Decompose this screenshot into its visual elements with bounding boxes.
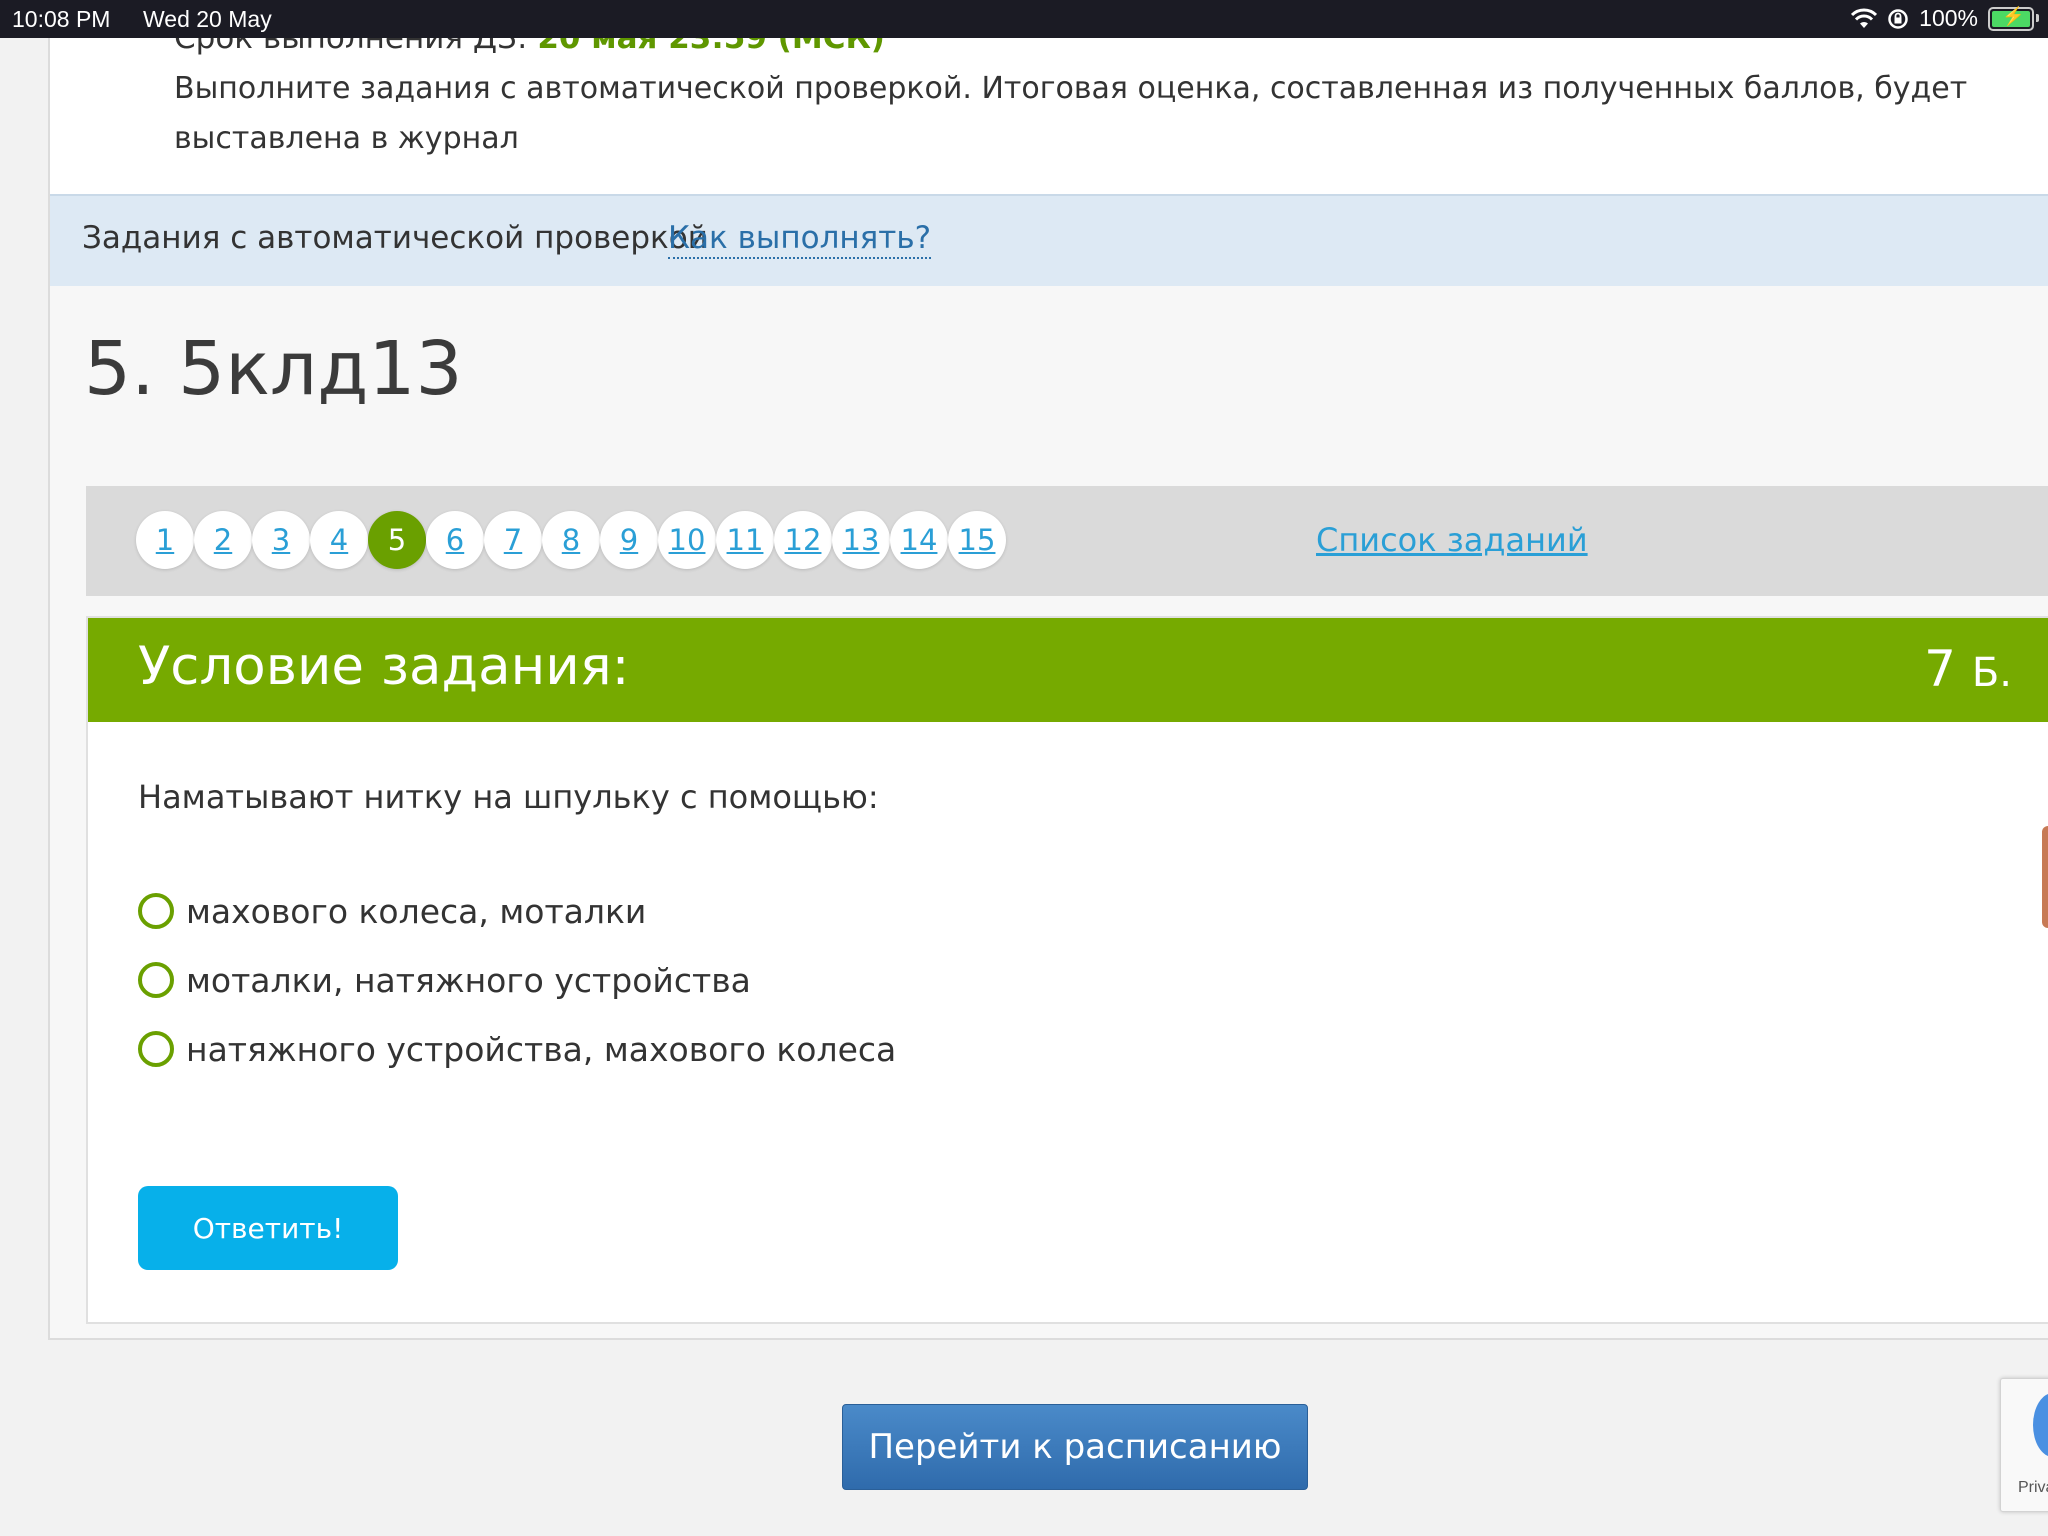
answer-option[interactable]: махового колеса, моталки: [138, 886, 646, 936]
pager-item[interactable]: 10: [658, 511, 716, 569]
pager-item[interactable]: 11: [716, 511, 774, 569]
task-area: 5. 5клд13 1 2 3 4 5 6 7 8 9 10 11 12 13 …: [50, 286, 2048, 1338]
condition-label: Условие задания:: [138, 636, 630, 697]
battery-icon: ⚡: [1988, 6, 2039, 31]
orientation-lock-icon: [1888, 8, 1908, 29]
side-feedback-tab[interactable]: [2042, 826, 2048, 928]
answer-option-label: моталки, натяжного устройства: [186, 960, 751, 1000]
pager-item[interactable]: 2: [194, 511, 252, 569]
pager-item[interactable]: 6: [426, 511, 484, 569]
points-value: 7: [1924, 640, 1956, 698]
radio-button[interactable]: [138, 893, 174, 929]
pager-item[interactable]: 13: [832, 511, 890, 569]
task-points: 7 Б.: [1924, 640, 2012, 698]
answer-option[interactable]: моталки, натяжного устройства: [138, 955, 751, 1005]
pager-item[interactable]: 3: [252, 511, 310, 569]
pager-item[interactable]: 8: [542, 511, 600, 569]
wifi-icon: [1851, 8, 1878, 28]
pager-item[interactable]: 14: [890, 511, 948, 569]
recaptcha-privacy-text: Priva: [2018, 1479, 2048, 1496]
pager-item[interactable]: 12: [774, 511, 832, 569]
status-right: 100% ⚡: [1851, 5, 2039, 32]
answer-option-label: натяжного устройства, махового колеса: [186, 1029, 897, 1069]
pager-item[interactable]: 1: [136, 511, 194, 569]
radio-button[interactable]: [138, 1031, 174, 1067]
recaptcha-badge[interactable]: Priva: [2000, 1378, 2048, 1512]
pager-item[interactable]: 4: [310, 511, 368, 569]
intro-text: Выполните задания с автоматической прове…: [174, 71, 1968, 156]
pager-item[interactable]: 9: [600, 511, 658, 569]
radio-button[interactable]: [138, 962, 174, 998]
recaptcha-icon: [2033, 1393, 2048, 1457]
auto-check-bar: Задания с автоматической проверкой Как в…: [50, 194, 2048, 286]
task-condition-header: Условие задания: 7 Б.: [88, 618, 2048, 722]
task-list-link[interactable]: Список заданий: [1316, 521, 1588, 559]
points-unit: Б.: [1971, 650, 2012, 696]
go-to-schedule-button[interactable]: Перейти к расписанию: [842, 1404, 1308, 1490]
task-title: 5. 5клд13: [84, 326, 463, 412]
status-date: Wed 20 May: [143, 6, 272, 32]
task-pager: 1 2 3 4 5 6 7 8 9 10 11 12 13 14 15 Спис…: [86, 486, 2048, 596]
status-time: 10:08 PM: [12, 6, 111, 32]
status-bar: 10:08 PM Wed 20 May 100% ⚡: [0, 0, 2048, 38]
task-condition-box: Условие задания: 7 Б. Наматывают нитку н…: [86, 616, 2048, 1324]
pager-item-active[interactable]: 5: [368, 511, 426, 569]
auto-check-label: Задания с автоматической проверкой: [82, 220, 708, 256]
pager-item[interactable]: 15: [948, 511, 1006, 569]
battery-percent: 100%: [1919, 5, 1978, 31]
how-to-link[interactable]: Как выполнять?: [668, 220, 932, 259]
answer-option[interactable]: натяжного устройства, махового колеса: [138, 1024, 896, 1074]
answer-option-label: махового колеса, моталки: [186, 891, 647, 931]
question-text: Наматывают нитку на шпульку с помощью:: [138, 778, 879, 816]
pager-item[interactable]: 7: [484, 511, 542, 569]
answer-button[interactable]: Ответить!: [138, 1186, 398, 1270]
homework-card: Срок выполнения ДЗ: 20 мая 23:59 (МСК) В…: [48, 20, 2048, 1340]
